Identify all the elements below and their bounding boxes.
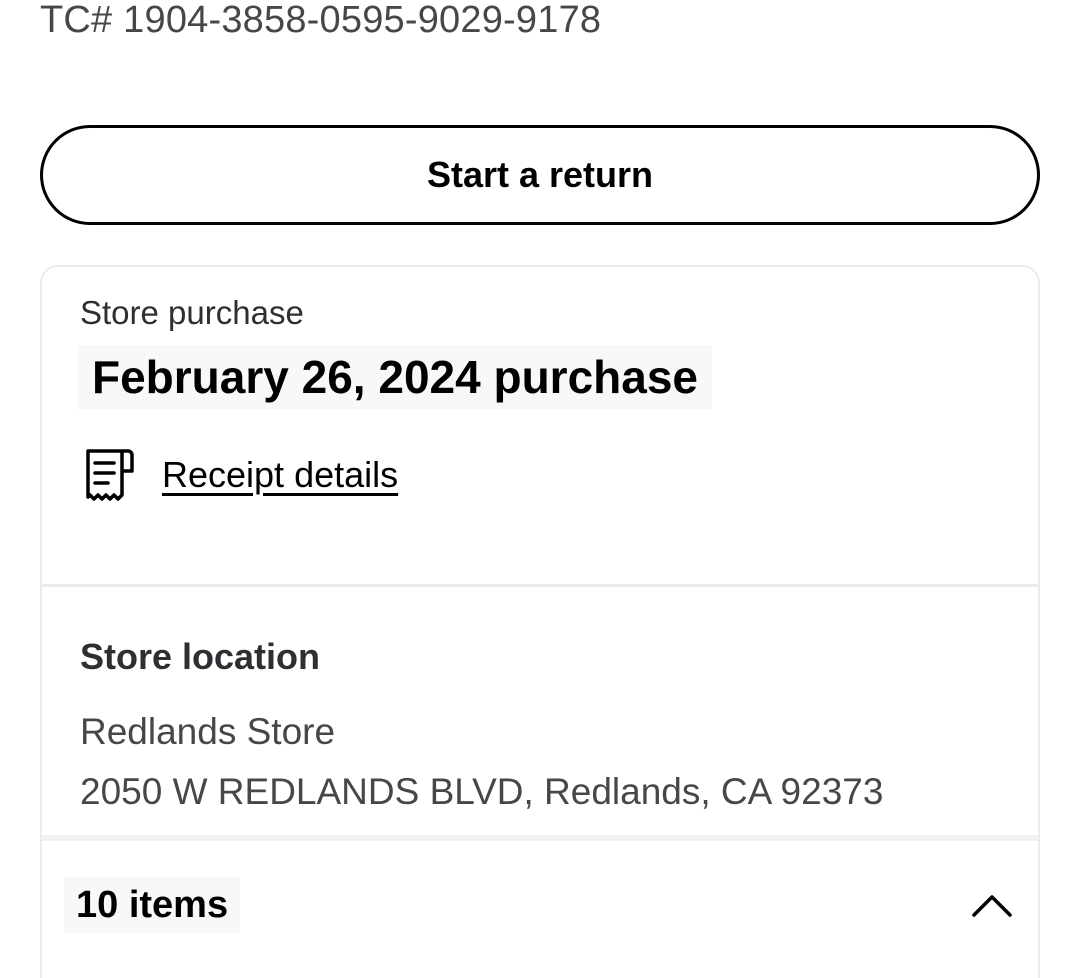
chevron-up-icon[interactable] (968, 887, 1016, 923)
receipt-icon (82, 447, 138, 503)
store-address: 2050 W REDLANDS BLVD, Redlands, CA 92373 (80, 771, 884, 812)
items-accordion-header[interactable]: 10 items (42, 841, 1038, 971)
store-name: Redlands Store (80, 711, 336, 752)
purchase-date-title: February 26, 2024 purchase (78, 345, 712, 409)
store-location-heading: Store location (80, 636, 321, 677)
start-return-button[interactable]: Start a return (40, 125, 1040, 225)
section-divider (42, 584, 1038, 587)
purchase-type-label: Store purchase (80, 294, 304, 331)
receipt-details-row[interactable]: Receipt details (82, 447, 398, 503)
items-count: 10 items (64, 877, 241, 933)
receipt-details-link[interactable]: Receipt details (162, 454, 398, 496)
order-details-page: TC# 1904-3858-0595-9029-9178 Start a ret… (0, 0, 1080, 978)
purchase-card: Store purchase February 26, 2024 purchas… (40, 265, 1040, 978)
transaction-number: TC# 1904-3858-0595-9029-9178 (40, 0, 602, 41)
